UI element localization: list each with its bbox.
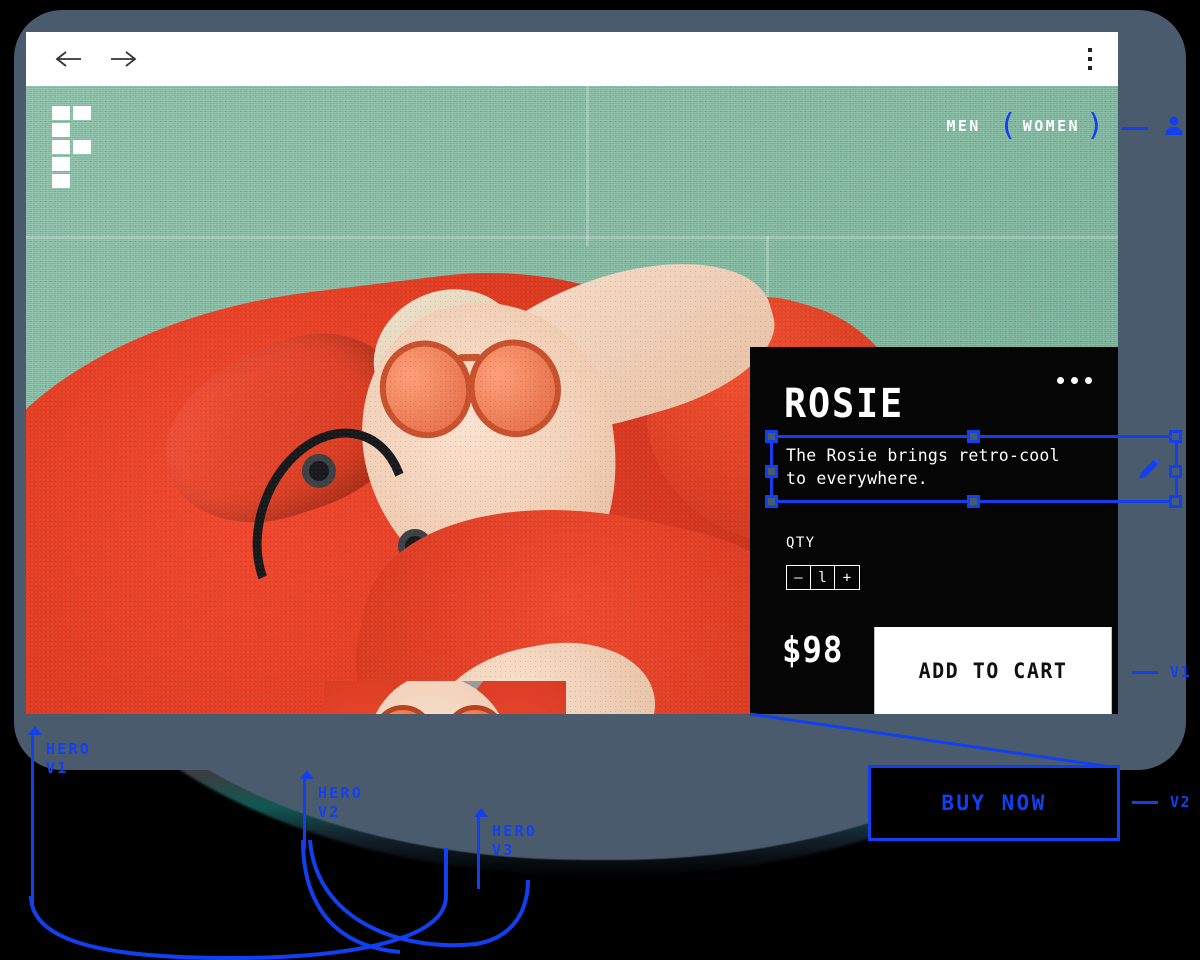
annotation-dash: [1132, 800, 1158, 804]
selection-handle-middle-left[interactable]: [765, 465, 778, 478]
hero-marker-v1: HERO V1: [10, 726, 89, 905]
quantity-stepper[interactable]: – l +: [786, 565, 860, 590]
annotation-dash: [1132, 670, 1158, 674]
browser-nav-arrows: [52, 42, 140, 76]
qty-increment-button[interactable]: +: [835, 566, 859, 589]
hero-marker-v1-label: HERO V1: [46, 740, 91, 778]
site-viewport: MEN ( WOMEN ) ROSIE The Rosie brings ret…: [26, 86, 1118, 714]
ellipsis-dot: [1085, 377, 1092, 384]
thumbnail-portrait[interactable]: [324, 681, 566, 714]
kebab-dot: [1088, 48, 1092, 52]
marker-stem: [303, 779, 306, 849]
kebab-dot: [1088, 66, 1092, 70]
variant-label-v2: V2: [1132, 793, 1191, 811]
screenshot-root: MEN ( WOMEN ) ROSIE The Rosie brings ret…: [0, 0, 1200, 960]
edit-pencil-button[interactable]: [1132, 452, 1166, 491]
add-to-cart-button[interactable]: ADD TO CART: [874, 627, 1112, 714]
logo-cell: [52, 140, 70, 154]
text-selection-box[interactable]: [765, 430, 1182, 508]
thumb-lens-left: [372, 705, 434, 714]
product-price: $98: [782, 630, 844, 671]
hero-marker-v2-label: HERO V2: [318, 784, 363, 822]
marker-stem: [477, 817, 480, 889]
marker-triangle-icon: [300, 770, 314, 779]
kebab-dot: [1088, 57, 1092, 61]
nav-item-women[interactable]: ( WOMEN ): [998, 108, 1104, 143]
hero-marker-v3: HERO V3: [456, 808, 535, 889]
hero-label-line2: V1: [46, 758, 69, 777]
hero-label-line2: V2: [318, 802, 341, 821]
selection-handle-top-right[interactable]: [1169, 430, 1182, 443]
logo-cell: [73, 140, 91, 154]
logo-cell: [52, 123, 70, 137]
selection-handle-top-center[interactable]: [967, 430, 980, 443]
hero-label-line1: HERO: [492, 822, 537, 840]
marker-triangle-icon: [474, 808, 488, 817]
user-icon[interactable]: [1162, 114, 1186, 143]
hero-label-line2: V3: [492, 840, 515, 859]
marker-stem: [31, 735, 34, 905]
selection-handle-middle-right[interactable]: [1169, 465, 1182, 478]
qty-decrement-button[interactable]: –: [787, 566, 811, 589]
qty-value: l: [811, 566, 835, 589]
ellipsis-dot: [1057, 377, 1064, 384]
selection-handle-top-left[interactable]: [765, 430, 778, 443]
logo-cell: [73, 174, 91, 188]
paren-open: (: [998, 108, 1017, 143]
product-more-button[interactable]: [1057, 377, 1092, 384]
variant-2-text: V2: [1170, 793, 1192, 811]
logo-cell: [52, 106, 70, 120]
annotation-dash: [1122, 127, 1148, 130]
arrow-left-icon: [54, 49, 84, 69]
marker-triangle-icon: [28, 726, 42, 735]
logo-cell: [52, 157, 70, 171]
hero-marker-v3-label: HERO V3: [492, 822, 537, 860]
browser-chrome: [26, 32, 1118, 86]
hero-marker-v2: HERO V2: [282, 770, 361, 849]
product-title: ROSIE: [784, 381, 904, 427]
hero-label-line1: HERO: [318, 784, 363, 802]
logo-cell: [52, 174, 70, 188]
pencil-icon: [1132, 458, 1166, 490]
ellipsis-dot: [1071, 377, 1078, 384]
nav-item-men[interactable]: MEN: [946, 117, 980, 135]
logo-cell: [73, 106, 91, 120]
selection-handle-bottom-left[interactable]: [765, 495, 778, 508]
selection-handle-bottom-center[interactable]: [967, 495, 980, 508]
product-panel: ROSIE The Rosie brings retro-cool to eve…: [750, 347, 1118, 714]
buy-now-button[interactable]: BUY NOW: [868, 765, 1120, 841]
variant-1-text: V1: [1170, 663, 1192, 681]
paren-close: ): [1085, 108, 1104, 143]
selection-handle-bottom-right[interactable]: [1169, 495, 1182, 508]
site-navigation: MEN ( WOMEN ): [946, 108, 1104, 143]
site-logo[interactable]: [52, 106, 91, 188]
arrow-right-icon: [108, 49, 138, 69]
kebab-menu-icon[interactable]: [1088, 48, 1092, 70]
qty-label: QTY: [786, 535, 816, 551]
back-button[interactable]: [52, 42, 86, 76]
logo-cell: [73, 123, 91, 137]
hero-label-line1: HERO: [46, 740, 91, 758]
forward-button[interactable]: [106, 42, 140, 76]
logo-cell: [73, 157, 91, 171]
thumb-lens-right: [444, 705, 506, 714]
account-annotation: [1122, 114, 1186, 143]
thumb-sunglasses: [372, 705, 512, 714]
variant-label-v1: V1: [1132, 663, 1191, 681]
nav-item-women-label: WOMEN: [1022, 117, 1080, 135]
